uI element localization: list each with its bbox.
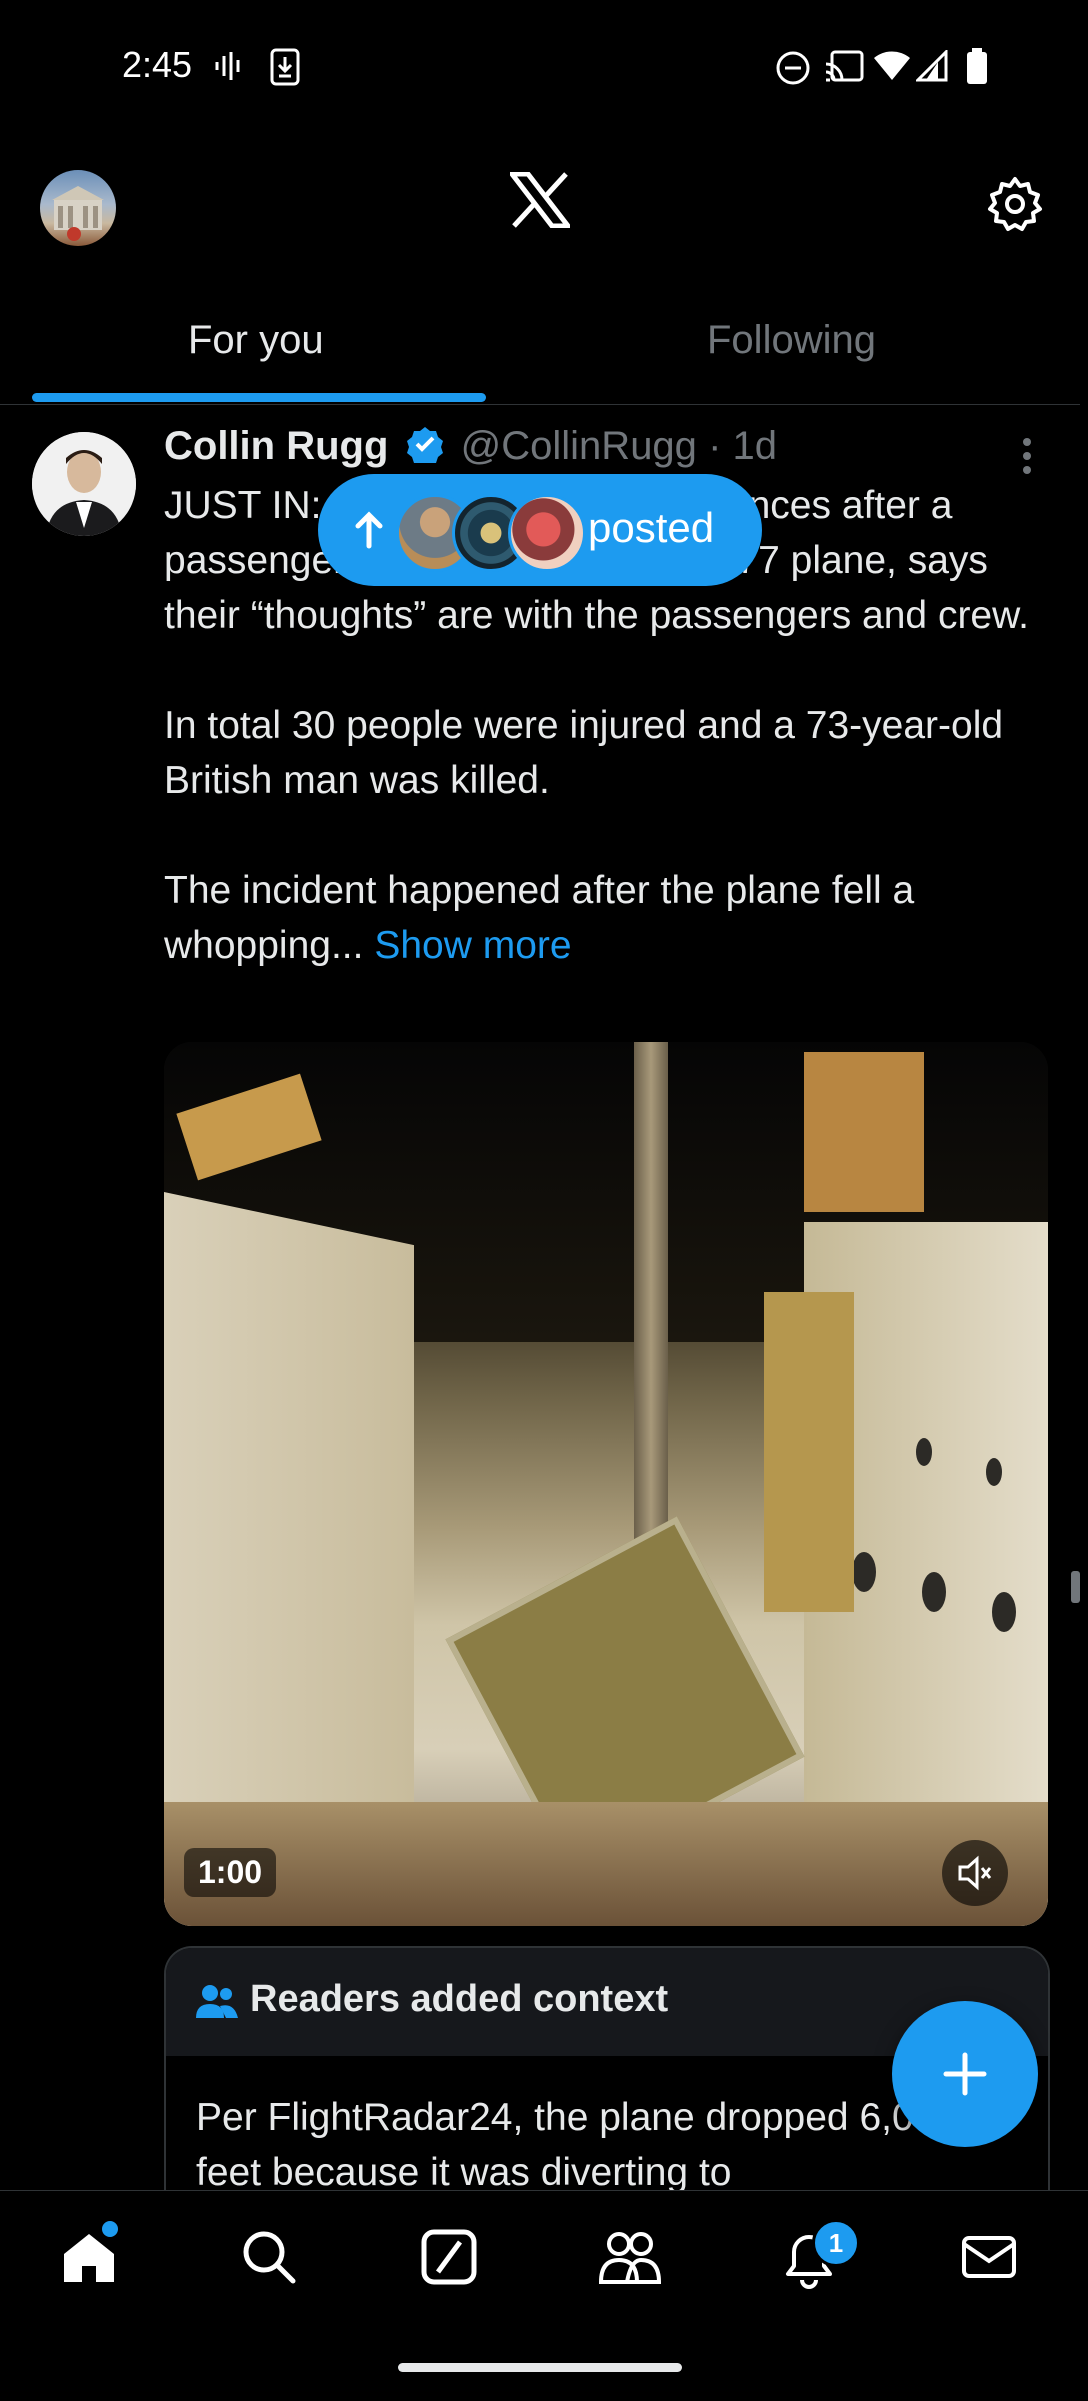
battery-icon (967, 48, 987, 84)
compose-icon (943, 2052, 987, 2096)
people-icon (196, 1985, 238, 2018)
video-duration: 1:00 (184, 1848, 277, 1897)
show-more-link[interactable]: Show more (374, 924, 571, 967)
notifications-badge: 1 (812, 2219, 860, 2267)
video-frame-debris (804, 1052, 924, 1212)
header-divider (0, 404, 1080, 405)
new-posts-pill[interactable]: posted (318, 474, 762, 586)
status-bar: 2:45 (0, 0, 1088, 135)
signal-icon (916, 50, 948, 82)
profile-avatar[interactable] (40, 170, 116, 246)
more-icon[interactable] (1017, 436, 1037, 476)
home-unread-dot (102, 2221, 118, 2237)
x-logo-icon[interactable] (510, 172, 570, 228)
grok-icon[interactable] (420, 2228, 478, 2286)
video-frame-debris (764, 1292, 854, 1612)
profile-avatar-image (52, 186, 104, 241)
tab-for-you[interactable]: For you (188, 318, 324, 363)
download-icon (270, 48, 300, 86)
compose-button[interactable] (892, 2001, 1038, 2147)
tweet-video[interactable]: 1:00 (164, 1042, 1048, 1926)
arrow-up-icon (355, 511, 383, 549)
settings-icon[interactable] (986, 175, 1044, 233)
community-note-title: Readers added context (250, 1978, 669, 2020)
community-note-text: Per FlightRadar24, the plane dropped 6,0… (196, 2096, 958, 2194)
author-avatar-image (32, 432, 136, 536)
status-time: 2:45 (122, 44, 193, 85)
posted-label: posted (588, 504, 715, 551)
home-indicator[interactable] (398, 2363, 682, 2372)
tweet-time: · 1d (708, 424, 777, 468)
scrollbar-thumb[interactable] (1071, 1571, 1080, 1603)
verified-icon (406, 427, 443, 463)
cast-icon (825, 50, 864, 82)
mute-button[interactable] (942, 1840, 1008, 1906)
tab-following[interactable]: Following (707, 318, 876, 363)
do-not-disturb-icon (776, 51, 810, 85)
search-icon[interactable] (240, 2228, 298, 2286)
posted-avatar-3 (508, 494, 586, 572)
voice-activity-icon (215, 52, 240, 80)
wifi-icon (874, 51, 910, 80)
messages-icon[interactable] (960, 2228, 1018, 2286)
author-avatar[interactable] (32, 432, 136, 536)
video-frame-floor (164, 1802, 1048, 1926)
author-handle[interactable]: @CollinRugg (461, 424, 697, 468)
tab-indicator (32, 393, 486, 402)
mute-icon (958, 1855, 992, 1891)
tweet-header: Collin Rugg @CollinRugg · 1d (164, 424, 777, 469)
author-name[interactable]: Collin Rugg (164, 424, 388, 468)
communities-icon[interactable] (597, 2228, 663, 2286)
